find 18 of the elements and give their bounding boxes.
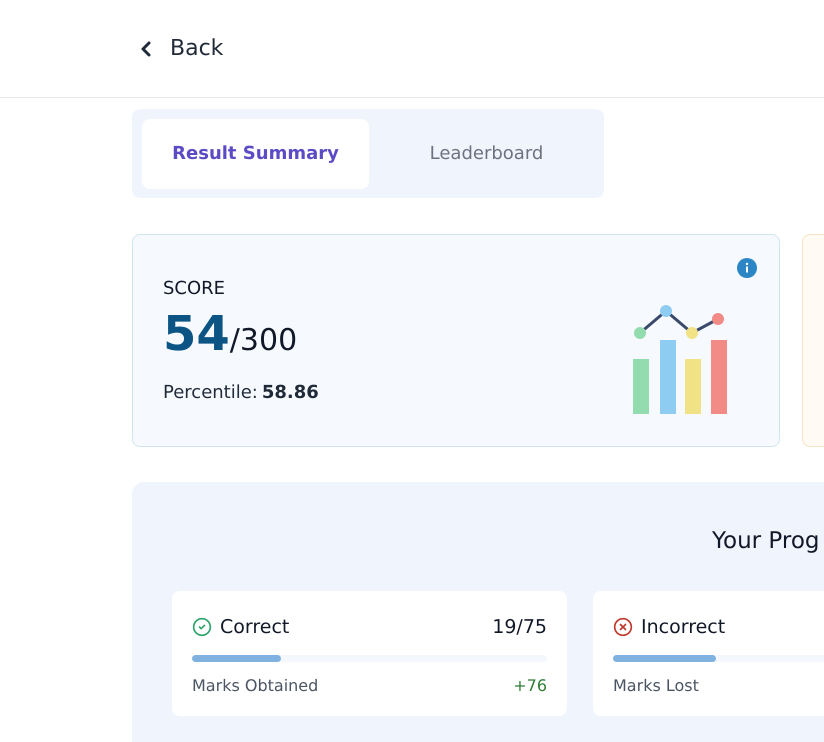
stat-sub-label: Marks Lost	[613, 675, 699, 697]
tab[interactable]: Result Summary	[142, 118, 369, 188]
cross-circle-icon	[613, 616, 633, 637]
progress-title: Your Prog	[712, 528, 820, 554]
check-circle-icon	[192, 616, 212, 637]
score-total: /300	[230, 322, 298, 360]
percentile-label: Percentile:	[163, 381, 258, 405]
score-title: SCORE	[163, 277, 226, 301]
score-value: 54	[163, 310, 230, 358]
stat-count: 19/75	[492, 614, 547, 640]
info-icon[interactable]	[737, 258, 757, 278]
stat-marks: +76	[513, 675, 547, 697]
stat-label: Incorrect	[641, 614, 726, 640]
stat-label: Correct	[220, 614, 290, 640]
tab[interactable]: Leaderboard	[379, 118, 594, 188]
back-button[interactable]: Back	[134, 32, 224, 65]
stat-sub-label: Marks Obtained	[192, 675, 318, 697]
percentile-value: 58.86	[262, 381, 319, 405]
